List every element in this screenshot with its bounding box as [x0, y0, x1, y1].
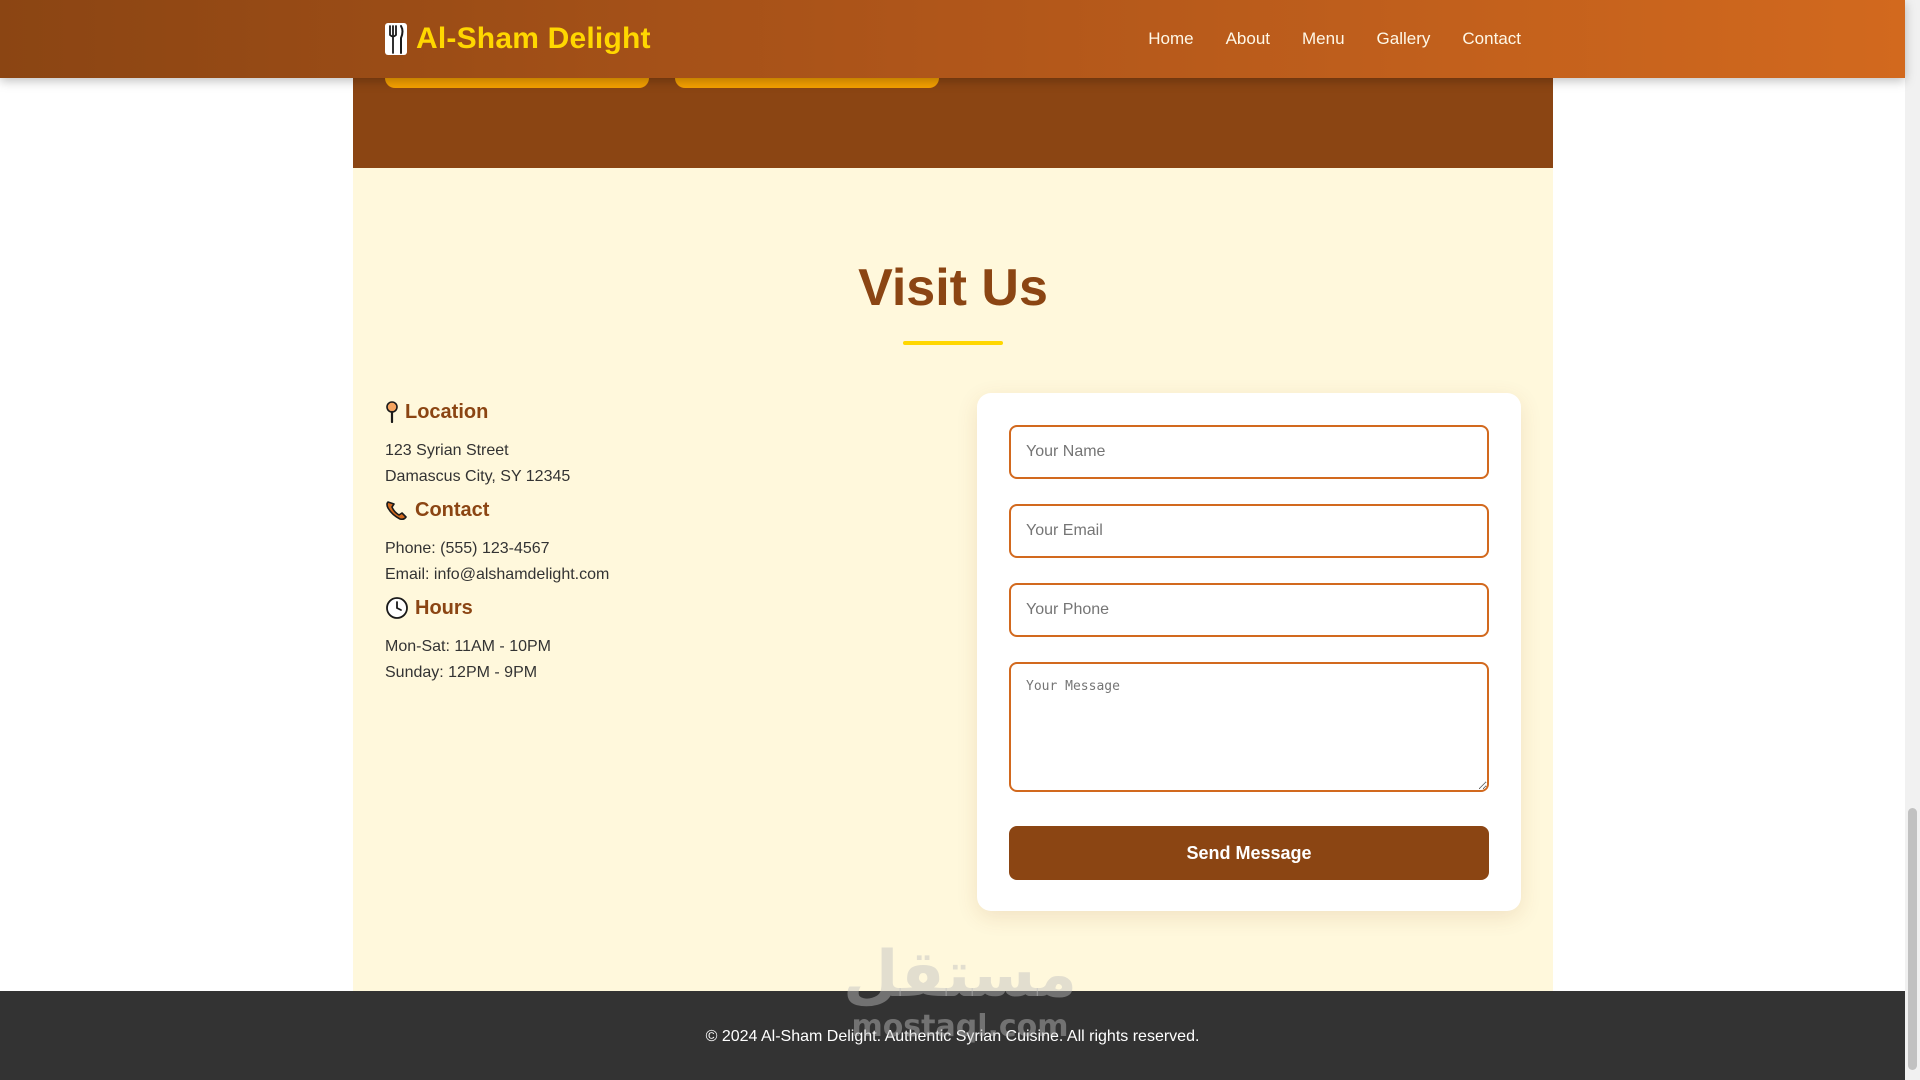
section-title: Visit Us — [858, 259, 1048, 317]
contact-info: Location 123 Syrian Street Damascus City… — [385, 394, 905, 688]
navbar: Al-Sham Delight Home About Menu Gallery … — [0, 0, 1905, 78]
email-input[interactable] — [1009, 504, 1489, 558]
hours-sunday: Sunday: 12PM - 9PM — [385, 664, 538, 681]
phone-text: Phone: (555) 123-4567 — [385, 540, 550, 557]
nav-contact[interactable]: Contact — [1462, 29, 1521, 49]
name-input[interactable] — [1009, 425, 1489, 479]
phone-icon — [386, 501, 407, 521]
contact-block: Contact Phone: (555) 123-4567 Email: inf… — [385, 492, 905, 588]
brand[interactable]: Al-Sham Delight — [384, 20, 651, 58]
contact-form: Send Message — [977, 393, 1521, 911]
message-textarea[interactable] — [1009, 662, 1489, 792]
contact-section: Visit Us Location 123 Syrian Street Dama… — [353, 168, 1553, 991]
scrollbar-thumb[interactable] — [1908, 808, 1917, 1070]
location-block: Location 123 Syrian Street Damascus City… — [385, 394, 905, 490]
map-pin-icon — [386, 401, 398, 423]
nav-menu-link[interactable]: Menu — [1302, 29, 1345, 49]
hero-button-secondary[interactable] — [675, 78, 939, 88]
nav-about[interactable]: About — [1226, 29, 1270, 49]
footer-copyright: © 2024 Al-Sham Delight. Authentic Syrian… — [705, 1028, 1200, 1045]
hero-section-bottom — [353, 78, 1553, 168]
nav-home[interactable]: Home — [1148, 29, 1193, 49]
hours-weekdays: Mon-Sat: 11AM - 10PM — [385, 638, 551, 655]
address-line-1: 123 Syrian Street — [385, 442, 509, 459]
hours-heading: Hours — [415, 596, 473, 619]
hero-button-primary[interactable] — [385, 78, 649, 88]
page: Al-Sham Delight Home About Menu Gallery … — [0, 0, 1905, 1080]
nav-gallery[interactable]: Gallery — [1377, 29, 1431, 49]
page-scrollbar[interactable] — [1905, 0, 1920, 1080]
send-message-button[interactable]: Send Message — [1009, 826, 1489, 880]
brand-name: Al-Sham Delight — [416, 22, 651, 55]
footer: © 2024 Al-Sham Delight. Authentic Syrian… — [0, 991, 1905, 1080]
contact-heading: Contact — [415, 498, 490, 521]
location-heading: Location — [405, 400, 489, 423]
nav-menu: Home About Menu Gallery Contact — [1148, 0, 1521, 78]
hours-block: Hours Mon-Sat: 11AM - 10PM Sunday: 12PM … — [385, 590, 905, 686]
phone-input[interactable] — [1009, 583, 1489, 637]
clock-icon — [386, 597, 408, 619]
address-line-2: Damascus City, SY 12345 — [385, 468, 571, 485]
email-text: Email: info@alshamdelight.com — [385, 566, 610, 583]
fork-knife-icon — [384, 22, 408, 56]
title-underline — [903, 341, 1003, 345]
